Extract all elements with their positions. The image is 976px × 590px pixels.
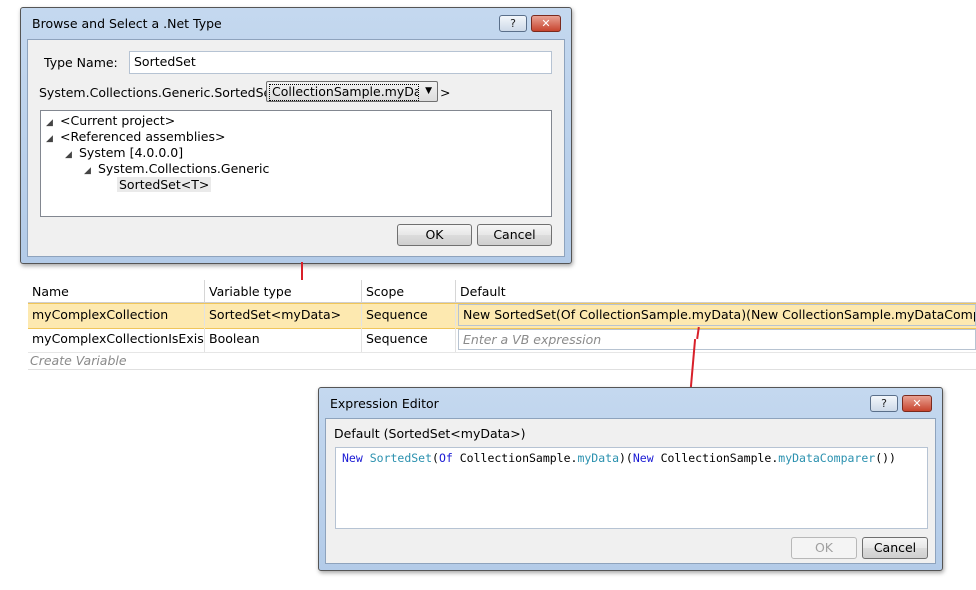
close-button[interactable]: ✕: [902, 395, 932, 412]
tree-node-system[interactable]: ◢ System [4.0.0.0]: [65, 145, 183, 160]
code-token: New: [342, 451, 363, 465]
code-token: )(: [619, 451, 633, 465]
table-row[interactable]: myComplexCollection SortedSet<myData> Se…: [28, 303, 976, 329]
browse-type-dialog: Browse and Select a .Net Type ? ✕ Type N…: [20, 7, 572, 264]
dialog-title: Expression Editor: [330, 396, 439, 411]
expression-caption: Default (SortedSet<myData>): [334, 426, 526, 441]
variable-scope-cell[interactable]: Sequence: [362, 328, 456, 352]
code-token: ()): [875, 451, 896, 465]
dialog-titlebar[interactable]: Browse and Select a .Net Type ? ✕: [21, 8, 571, 38]
variable-name-cell[interactable]: myComplexCollection: [28, 304, 205, 326]
dialog-body: Type Name: SortedSet System.Collections.…: [27, 39, 565, 257]
expand-triangle-icon[interactable]: ◢: [65, 150, 79, 160]
help-button[interactable]: ?: [499, 15, 527, 32]
code-token: myDataComparer: [778, 451, 876, 465]
expand-triangle-icon[interactable]: ◢: [46, 118, 60, 128]
default-expression-input[interactable]: Enter a VB expression: [458, 329, 976, 350]
variable-scope-cell[interactable]: Sequence: [362, 304, 456, 326]
cancel-button[interactable]: Cancel: [477, 224, 552, 246]
dropdown-arrow-icon: ▼: [425, 86, 432, 96]
type-name-input[interactable]: SortedSet: [129, 51, 552, 74]
create-variable-link[interactable]: Create Variable: [28, 352, 448, 370]
generic-type-prefix: System.Collections.Generic.SortedSet <: [39, 85, 291, 100]
column-header-scope[interactable]: Scope: [362, 280, 456, 303]
expression-editor-dialog: Expression Editor ? ✕ Default (SortedSet…: [318, 387, 943, 571]
expand-triangle-icon[interactable]: ◢: [84, 166, 98, 176]
variable-type-cell[interactable]: Boolean: [205, 328, 362, 352]
code-token: New: [632, 451, 654, 465]
dialog-body: Default (SortedSet<myData>) New SortedSe…: [325, 418, 936, 564]
code-token: myData: [577, 451, 619, 465]
table-row[interactable]: myComplexCollectionIsExists Boolean Sequ…: [28, 328, 976, 353]
tree-node-collections-generic[interactable]: ◢ System.Collections.Generic: [84, 161, 269, 176]
column-header-default[interactable]: Default: [456, 280, 976, 303]
dialog-title: Browse and Select a .Net Type: [32, 16, 222, 31]
help-button[interactable]: ?: [870, 395, 898, 412]
type-name-label: Type Name:: [44, 55, 118, 70]
code-token: CollectionSample.: [452, 451, 578, 465]
generic-type-suffix: >: [440, 85, 451, 100]
tree-node-sortedset[interactable]: SortedSet<T>: [117, 177, 212, 192]
code-token: SortedSet: [369, 451, 433, 465]
cancel-button[interactable]: Cancel: [862, 537, 928, 559]
expand-triangle-icon[interactable]: ◢: [46, 134, 60, 144]
dialog-titlebar[interactable]: Expression Editor ? ✕: [319, 388, 942, 418]
column-header-variable-type[interactable]: Variable type: [205, 280, 362, 303]
code-token: Of: [438, 451, 453, 465]
ok-button[interactable]: OK: [397, 224, 472, 246]
type-argument-select[interactable]: CollectionSample.myData ▼: [266, 81, 438, 102]
variables-grid: Name Variable type Scope Default myCompl…: [28, 280, 976, 370]
tree-node-referenced-assemblies[interactable]: ◢ <Referenced assemblies>: [46, 129, 225, 144]
code-token: CollectionSample.: [653, 451, 779, 465]
close-button[interactable]: ✕: [531, 15, 561, 32]
variable-default-cell[interactable]: New SortedSet(Of CollectionSample.myData…: [458, 304, 976, 326]
type-tree[interactable]: ◢ <Current project> ◢ <Referenced assembli…: [40, 110, 552, 217]
type-argument-value: CollectionSample.myData: [269, 84, 419, 101]
grid-divider: [28, 369, 976, 370]
column-header-name[interactable]: Name: [28, 280, 205, 303]
variable-type-cell[interactable]: SortedSet<myData>: [205, 304, 362, 326]
tree-node-current-project[interactable]: ◢ <Current project>: [46, 113, 175, 128]
code-token: (: [432, 451, 439, 465]
variable-name-cell[interactable]: myComplexCollectionIsExists: [28, 328, 205, 352]
expression-code-editor[interactable]: New SortedSet(Of CollectionSample.myData…: [335, 447, 928, 529]
ok-button[interactable]: OK: [791, 537, 857, 559]
